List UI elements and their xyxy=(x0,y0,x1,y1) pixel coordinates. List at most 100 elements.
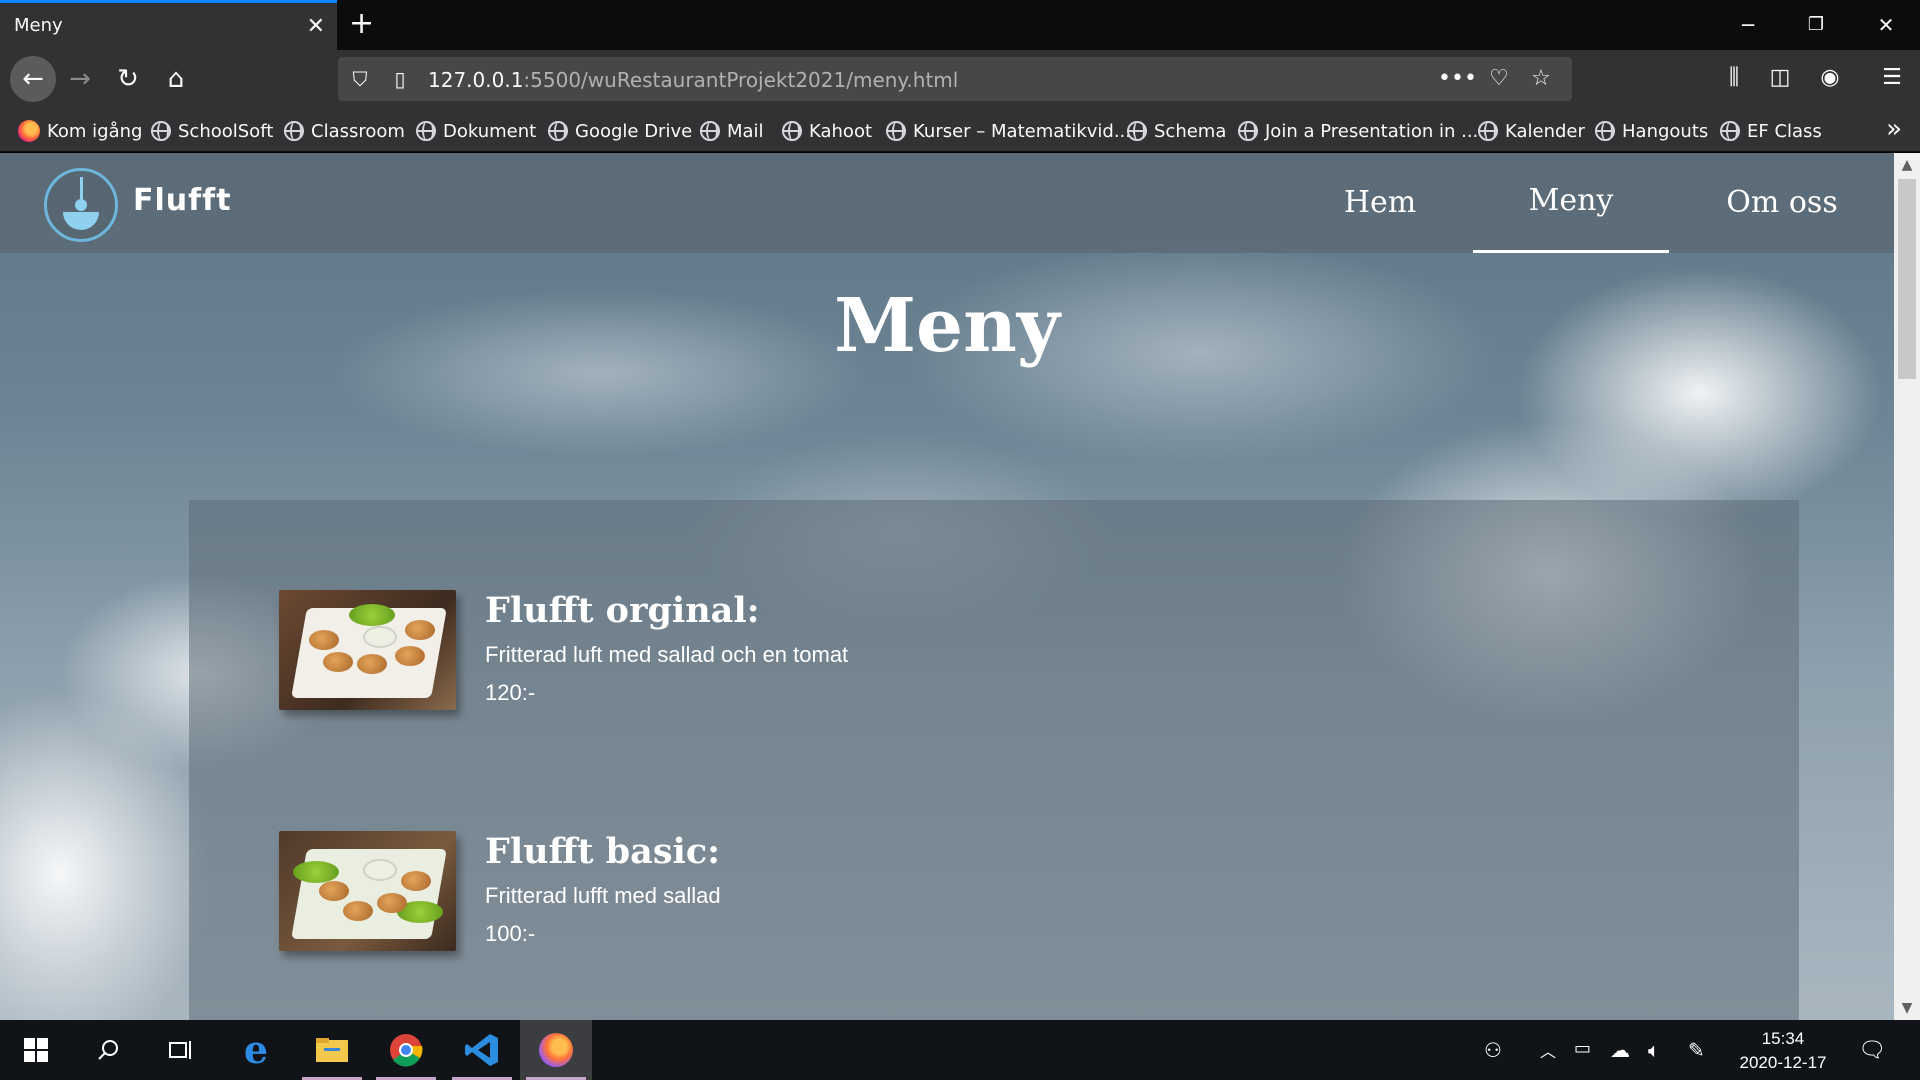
bookmark-item[interactable]: Kalender xyxy=(1478,118,1585,144)
firefox-icon xyxy=(539,1033,573,1067)
lettuce-shape xyxy=(293,861,339,883)
firefox-icon xyxy=(18,120,40,142)
bookmark-item[interactable]: Kom igång xyxy=(18,118,142,144)
site-logo-icon[interactable] xyxy=(44,168,118,242)
item-price: 100:- xyxy=(485,921,536,946)
food-image xyxy=(279,590,456,710)
bookmark-label: EF Class xyxy=(1747,120,1822,142)
forward-icon[interactable]: → xyxy=(60,59,100,99)
browser-tab[interactable]: Meny ✕ xyxy=(0,0,337,50)
globe-icon xyxy=(1595,121,1615,141)
close-window-icon[interactable]: ✕ xyxy=(1866,8,1906,42)
page-actions-icon[interactable]: ••• xyxy=(1438,65,1477,93)
scroll-down-icon[interactable]: ▼ xyxy=(1894,996,1920,1020)
url-host: 127.0.0.1 xyxy=(428,68,524,92)
close-tab-icon[interactable]: ✕ xyxy=(307,14,325,39)
bookmark-item[interactable]: Schema xyxy=(1127,118,1226,144)
new-tab-icon[interactable]: + xyxy=(349,7,374,41)
bookmark-item[interactable]: Dokument xyxy=(416,118,536,144)
site-brand[interactable]: Flufft xyxy=(133,183,232,218)
clock-date: 2020-12-17 xyxy=(1739,1053,1827,1072)
edge-icon[interactable]: e xyxy=(220,1020,292,1080)
globe-icon xyxy=(1478,121,1498,141)
notifications-icon[interactable]: 🗨︎ xyxy=(1858,1038,1886,1063)
bookmark-label: Kahoot xyxy=(809,120,873,142)
bookmark-label: SchoolSoft xyxy=(178,120,274,142)
menu-hamburger-icon[interactable]: ☰ xyxy=(1874,60,1910,96)
volume-icon[interactable]: 🔈︎ xyxy=(1648,1038,1660,1062)
scroll-up-icon[interactable]: ▲ xyxy=(1894,153,1920,177)
scroll-thumb[interactable] xyxy=(1898,179,1916,379)
chevron-up-icon[interactable]: ︿ xyxy=(1540,1038,1556,1062)
bookmark-label: Google Drive xyxy=(575,120,693,142)
food-image xyxy=(279,831,456,951)
bookmark-label: Kom igång xyxy=(47,120,143,142)
vscode-icon[interactable] xyxy=(446,1020,518,1080)
restore-icon[interactable]: ❐ xyxy=(1796,8,1836,42)
vertical-scrollbar[interactable]: ▲ ▼ xyxy=(1894,153,1920,1020)
item-description: Fritterad lufft med sallad xyxy=(485,883,721,908)
url-bar[interactable]: ⛉ ▯ 127.0.0.1:5500/wuRestaurantProjekt20… xyxy=(338,57,1572,101)
globe-icon xyxy=(1720,121,1740,141)
task-view-icon[interactable] xyxy=(144,1020,216,1080)
sidebar-icon[interactable]: ◫ xyxy=(1762,60,1798,96)
url-text[interactable]: 127.0.0.1:5500/wuRestaurantProjekt2021/m… xyxy=(428,68,958,92)
bookmark-label: Classroom xyxy=(311,120,405,142)
bookmark-star-icon[interactable]: ☆ xyxy=(1524,65,1558,93)
globe-icon xyxy=(700,121,720,141)
item-price: 120:- xyxy=(485,680,536,705)
reload-icon[interactable]: ↻ xyxy=(108,59,148,99)
windows-logo-icon xyxy=(24,1038,48,1062)
bookmark-label: Schema xyxy=(1154,120,1227,142)
bookmark-item[interactable]: Classroom xyxy=(284,118,405,144)
bookmark-item[interactable]: Google Drive xyxy=(548,118,692,144)
menu-panel: Flufft orginal: Fritterad luft med salla… xyxy=(189,500,1799,1020)
battery-icon[interactable]: ▭ xyxy=(1574,1038,1591,1059)
nav-link-hem[interactable]: Hem xyxy=(1320,153,1440,253)
file-explorer-icon[interactable] xyxy=(296,1020,368,1080)
sauce-shape xyxy=(363,859,397,881)
pocket-icon[interactable]: ♡ xyxy=(1482,65,1516,93)
globe-icon xyxy=(1127,121,1147,141)
nugget-shape xyxy=(377,893,407,913)
back-icon[interactable]: ← xyxy=(10,56,56,102)
home-icon[interactable]: ⌂ xyxy=(156,59,196,99)
globe-icon xyxy=(284,121,304,141)
pen-icon[interactable]: ✎ xyxy=(1688,1038,1705,1062)
bookmark-item[interactable]: Hangouts xyxy=(1595,118,1708,144)
shield-icon[interactable]: ⛉ xyxy=(346,65,374,93)
firefox-taskbar-icon[interactable] xyxy=(520,1020,592,1080)
chevron-more-icon[interactable]: » xyxy=(1886,114,1902,144)
page-icon[interactable]: ▯ xyxy=(386,65,414,93)
globe-icon xyxy=(782,121,802,141)
taskbar: e ⚇ ︿ ▭ ☁ 🔈︎ ✎ 15:34 2020-12-17 🗨︎ xyxy=(0,1020,1920,1080)
bookmark-item[interactable]: Join a Presentation in ... xyxy=(1238,118,1478,144)
search-icon[interactable] xyxy=(72,1020,144,1080)
nav-link-om-oss[interactable]: Om oss xyxy=(1702,153,1862,253)
people-icon[interactable]: ⚇ xyxy=(1484,1038,1502,1062)
bookmark-label: Kurser – Matematikvid... xyxy=(913,120,1131,142)
bookmark-item[interactable]: SchoolSoft xyxy=(151,118,273,144)
chrome-icon[interactable] xyxy=(370,1020,442,1080)
system-clock[interactable]: 15:34 2020-12-17 xyxy=(1728,1027,1838,1075)
sauce-shape xyxy=(363,626,397,648)
vscode-logo-icon xyxy=(465,1034,498,1066)
menu-item: Flufft basic: Fritterad lufft med sallad… xyxy=(279,831,1179,956)
start-icon[interactable] xyxy=(0,1020,72,1080)
library-icon[interactable]: ⫼ xyxy=(1716,60,1752,96)
onedrive-icon[interactable]: ☁ xyxy=(1610,1038,1630,1062)
edge-glyph-icon: e xyxy=(243,1027,269,1072)
bookmark-item[interactable]: Mail xyxy=(700,118,764,144)
bookmarks-toolbar: Kom igång SchoolSoft Classroom Dokument … xyxy=(0,108,1920,152)
nav-link-meny[interactable]: Meny xyxy=(1473,153,1669,253)
item-name: Flufft basic: xyxy=(485,831,721,872)
account-icon[interactable]: ◉ xyxy=(1812,60,1848,96)
minimize-icon[interactable]: ─ xyxy=(1728,8,1768,42)
nugget-shape xyxy=(405,620,435,640)
bookmark-item[interactable]: Kurser – Matematikvid... xyxy=(886,118,1131,144)
folder-icon xyxy=(316,1038,348,1062)
bookmark-item[interactable]: EF Class xyxy=(1720,118,1822,144)
nugget-shape xyxy=(343,901,373,921)
bookmark-item[interactable]: Kahoot xyxy=(782,118,872,144)
bookmark-label: Hangouts xyxy=(1622,120,1709,142)
